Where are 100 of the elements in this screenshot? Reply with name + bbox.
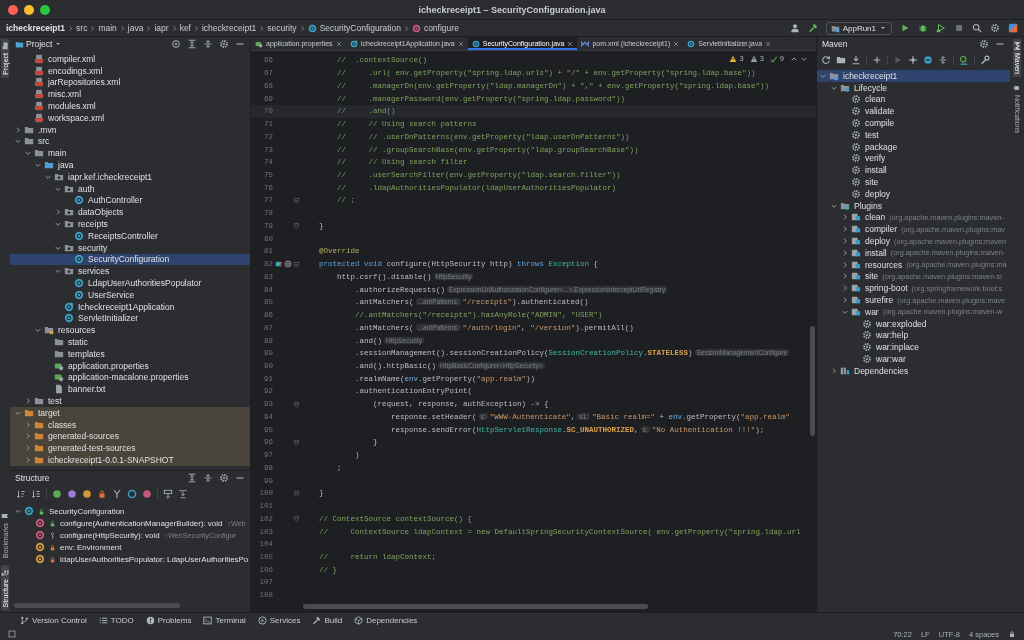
scrollbar-thumb[interactable] (303, 604, 648, 609)
folder-icon[interactable] (836, 54, 846, 65)
user-icon[interactable] (789, 23, 800, 33)
close-icon[interactable] (457, 40, 464, 47)
plus-icon[interactable] (872, 54, 882, 65)
autoscroll-to-source-icon[interactable] (163, 489, 173, 499)
tree-item[interactable]: jarRepositories.xml (10, 76, 250, 89)
chevron-right-icon[interactable] (841, 213, 849, 222)
tree-item[interactable]: target (10, 406, 250, 419)
tree-item[interactable]: AuthController (10, 194, 250, 207)
anonymous-class-icon[interactable] (127, 489, 137, 499)
fold-icon[interactable] (293, 438, 300, 446)
fold-icon[interactable] (293, 400, 300, 408)
tree-item[interactable]: services (10, 265, 250, 278)
breadcrumb[interactable]: src (76, 23, 88, 33)
breadcrumb[interactable]: icheckreceipt1 (6, 23, 66, 33)
fold-icon[interactable] (293, 196, 300, 204)
tree-item[interactable]: SecurityConfiguration (10, 253, 250, 266)
tree-item[interactable]: test (10, 395, 250, 407)
tree-item[interactable]: site (817, 176, 1010, 188)
tool-window-button[interactable]: Terminal (203, 616, 246, 625)
tree-item[interactable]: templates (10, 347, 250, 360)
tree-item[interactable]: workspace.xml (10, 112, 250, 124)
window-minimize-button[interactable] (24, 4, 34, 15)
coverage-icon[interactable] (936, 23, 946, 33)
tool-window-button[interactable]: Version Control (20, 616, 87, 625)
lock-icon[interactable] (97, 489, 107, 499)
sort-icon[interactable] (16, 489, 26, 499)
tree-item[interactable]: security (10, 241, 250, 254)
tree-item[interactable]: war:war (817, 353, 1010, 365)
tool-window-button[interactable]: Build (312, 616, 343, 625)
tree-item[interactable]: application.properties (10, 359, 250, 372)
settings-icon[interactable] (219, 473, 229, 483)
search-icon[interactable] (972, 23, 982, 33)
lambda-icon[interactable] (142, 489, 152, 499)
chevron-down-icon[interactable] (54, 220, 62, 229)
refresh-icon[interactable] (821, 54, 831, 65)
settings-icon[interactable] (219, 39, 229, 49)
chevron-right-icon[interactable] (54, 208, 62, 217)
annotation-icon[interactable] (283, 260, 292, 269)
chevron-right-icon[interactable] (24, 420, 32, 429)
collapse-all-icon[interactable] (938, 54, 948, 65)
hammer-icon[interactable] (807, 23, 818, 33)
tool-window-button[interactable]: Dependencies (354, 616, 418, 625)
tree-item[interactable]: deploy (817, 187, 1010, 200)
tree-item[interactable]: main (10, 147, 250, 160)
chevron-right-icon[interactable] (841, 296, 849, 305)
stop-icon[interactable] (954, 23, 964, 33)
tree-item[interactable]: resources (10, 324, 250, 337)
breadcrumb[interactable]: java (127, 23, 144, 33)
skip-tests-icon[interactable] (923, 54, 933, 65)
tree-item[interactable]: encodings.xml (10, 64, 250, 77)
lock-icon[interactable] (1008, 630, 1016, 638)
tool-window-button[interactable]: Services (257, 616, 301, 625)
tree-item[interactable]: war:help (817, 329, 1010, 342)
chevron-down-icon[interactable] (34, 326, 42, 335)
tree-item[interactable]: UserService (10, 288, 250, 301)
autoscroll-from-source-icon[interactable] (178, 489, 188, 499)
chevron-down-icon[interactable] (14, 507, 22, 515)
tree-item[interactable]: misc.xml (10, 88, 250, 101)
tree-item[interactable]: war:inplace (817, 341, 1010, 354)
chevron-down-icon[interactable] (14, 137, 22, 146)
tree-item[interactable]: install (817, 164, 1010, 177)
tree-item[interactable]: package (817, 140, 1010, 153)
chevron-right-icon[interactable] (841, 225, 849, 234)
breadcrumb[interactable]: main (98, 23, 117, 33)
download-icon[interactable] (851, 54, 861, 65)
tree-item[interactable]: Plugins (817, 199, 1010, 212)
property-icon[interactable] (67, 489, 77, 499)
breadcrumb[interactable]: kef (179, 23, 191, 33)
chevron-right-icon[interactable] (24, 397, 32, 405)
chevron-right-icon[interactable] (14, 125, 22, 134)
tree-item[interactable]: auth (10, 182, 250, 195)
tree-item[interactable]: Dependencies (817, 364, 1010, 377)
tree-item[interactable]: LdapUserAuthoritiesPopulator (10, 277, 250, 289)
crosshair-icon[interactable] (171, 39, 181, 49)
tree-item[interactable]: ServletInitializer (10, 312, 250, 325)
close-icon[interactable] (765, 40, 772, 47)
app-logo-icon[interactable] (1008, 23, 1018, 33)
override-icon[interactable] (274, 260, 283, 269)
tree-item[interactable]: receipts (10, 218, 250, 230)
tree-item[interactable]: icheckreceipt1-0.0.1-SNAPSHOT (10, 454, 250, 466)
tree-item[interactable]: ReceiptsController (10, 229, 250, 242)
tree-item[interactable]: dataObjects (10, 206, 250, 219)
fold-icon[interactable] (293, 515, 300, 523)
tool-window-button[interactable]: TODO (98, 616, 134, 625)
chevron-down-icon[interactable] (34, 161, 42, 170)
tree-item[interactable]: clean (817, 93, 1010, 106)
chevron-right-icon[interactable] (841, 272, 849, 281)
tree-item[interactable]: static (10, 336, 250, 348)
collapse-all-icon[interactable] (203, 473, 213, 483)
tree-item[interactable]: .mvn (10, 123, 250, 136)
tree-item[interactable]: generated-test-sources (10, 442, 250, 455)
chevron-right-icon[interactable] (841, 248, 849, 257)
close-icon[interactable] (335, 40, 342, 47)
expand-all-icon[interactable] (187, 473, 197, 483)
fold-icon[interactable] (293, 222, 300, 230)
tree-item[interactable]: modules.xml (10, 100, 250, 112)
tree-item[interactable]: Icheckreceipt1Application (10, 300, 250, 313)
fold-icon[interactable] (293, 489, 300, 497)
